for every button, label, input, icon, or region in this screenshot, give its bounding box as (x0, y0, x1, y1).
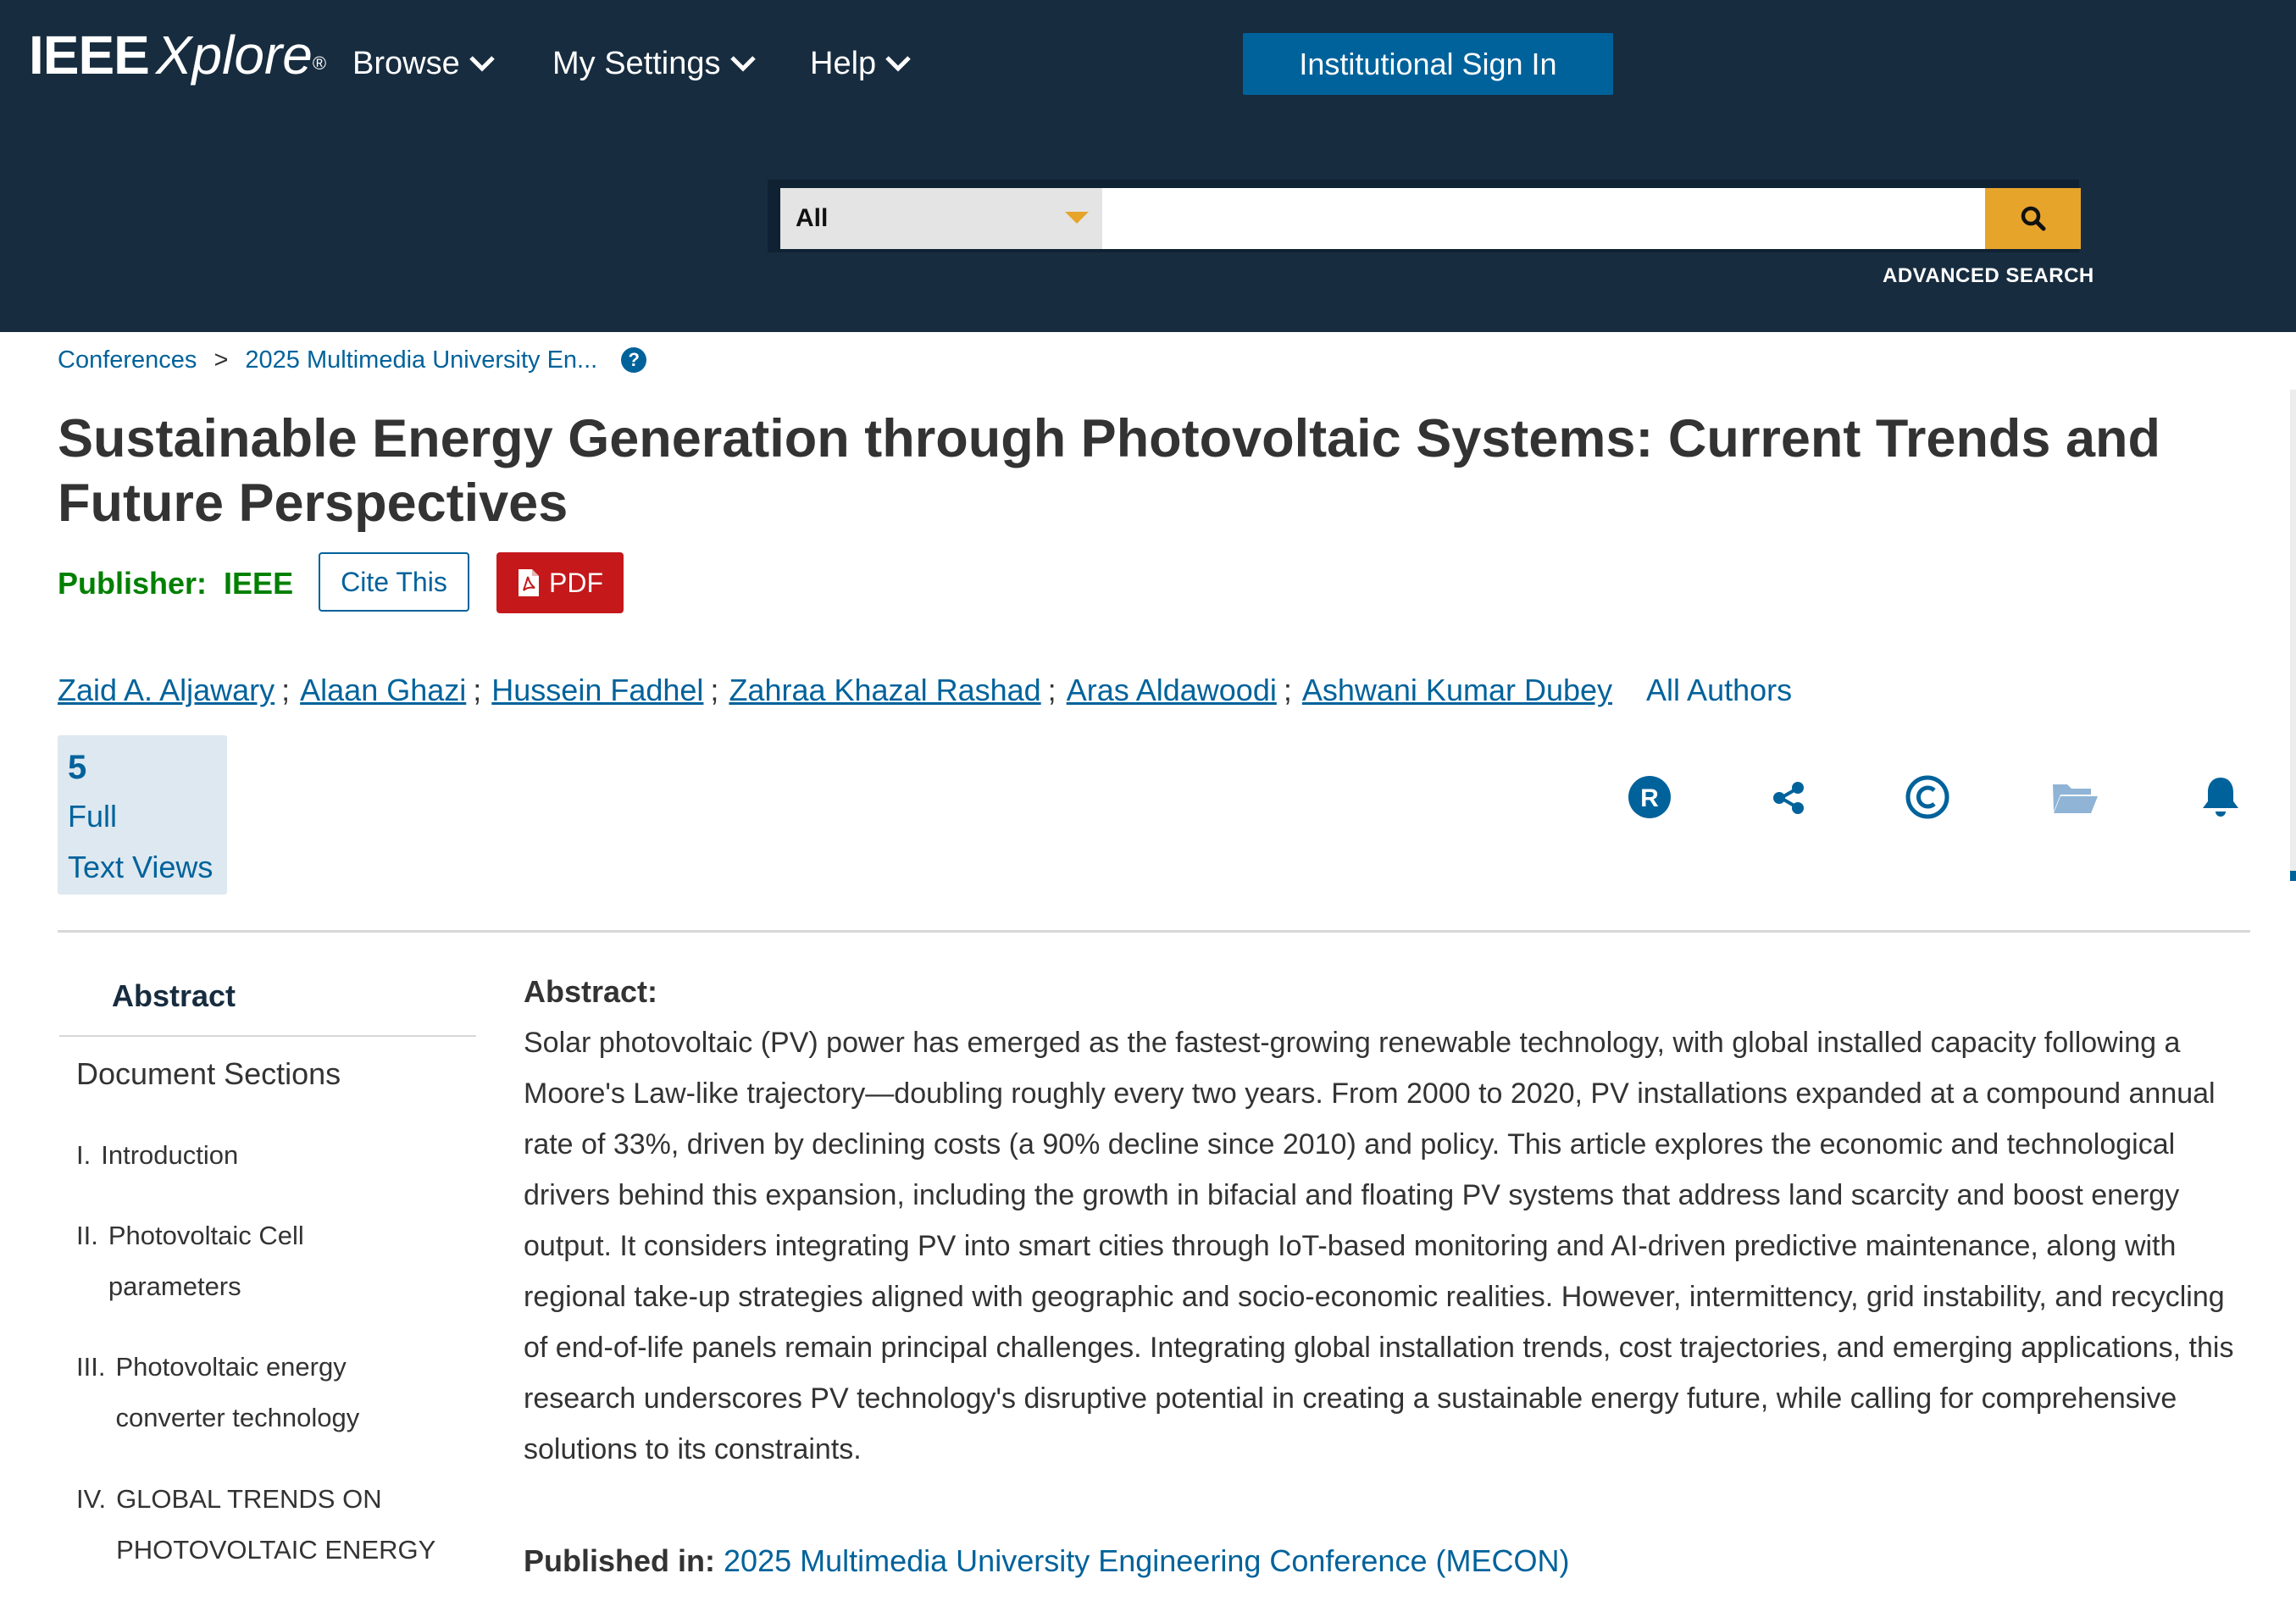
author-link[interactable]: Zaid A. Aljawary (58, 673, 275, 707)
caret-down-icon (1065, 212, 1089, 224)
abstract-text: Solar photovoltaic (PV) power has emerge… (524, 1027, 2234, 1465)
nav-browse[interactable]: Browse (352, 42, 496, 85)
folder-icon[interactable] (2050, 773, 2099, 822)
nav-my-settings[interactable]: My Settings (552, 42, 757, 85)
share-icon[interactable] (1764, 773, 1813, 822)
cite-this-button[interactable]: Cite This (319, 552, 469, 612)
section-divider (58, 930, 2250, 933)
sidebar-item-photovoltaic-energy-converter[interactable]: III. Photovoltaic energy converter techn… (76, 1342, 359, 1443)
sidebar-item-abstract[interactable]: Abstract (112, 978, 236, 1014)
section-number: IV. (76, 1484, 107, 1514)
search-bar: All (768, 180, 2081, 252)
author-separator: ; (1283, 673, 1292, 707)
section-title: Photovoltaic Cell parameters (108, 1221, 304, 1301)
chevron-down-icon (729, 56, 756, 72)
ieee-xplore-logo[interactable]: IEEE Xplore® (29, 25, 326, 85)
search-icon (2021, 206, 2045, 231)
rights-icon[interactable]: R (1625, 773, 1674, 822)
author-link[interactable]: Ashwani Kumar Dubey (1302, 673, 1612, 707)
author-link[interactable]: Zahraa Khazal Rashad (729, 673, 1040, 707)
advanced-search-link[interactable]: ADVANCED SEARCH (1883, 264, 2094, 288)
sidebar-item-photovoltaic-cell-parameters[interactable]: II. Photovoltaic Cell parameters (76, 1210, 304, 1312)
publisher-label: Publisher: (58, 566, 208, 601)
breadcrumb-conference-name[interactable]: 2025 Multimedia University En... (245, 346, 597, 374)
nav-browse-label: Browse (352, 46, 460, 81)
section-number: I. (76, 1140, 92, 1170)
metric-count: 5 (68, 749, 87, 786)
pdf-button-label: PDF (549, 567, 603, 598)
breadcrumb: Conferences > 2025 Multimedia University… (58, 343, 647, 377)
published-in-link[interactable]: 2025 Multimedia University Engineering C… (724, 1543, 1569, 1578)
metric-label: Full Text Views (68, 799, 214, 884)
nav-help[interactable]: Help (810, 42, 912, 85)
author-link[interactable]: Aras Aldawoodi (1067, 673, 1277, 707)
publisher-name: IEEE (224, 566, 294, 601)
search-scope-select[interactable]: All (780, 188, 1102, 249)
author-separator: ; (473, 673, 482, 707)
search-scope-value: All (796, 204, 829, 232)
sidebar-divider (59, 1035, 476, 1037)
pdf-icon (519, 569, 539, 596)
document-sections-heading: Document Sections (76, 1056, 341, 1091)
logo-ieee-text: IEEE (29, 25, 150, 86)
full-text-views-metric[interactable]: 5 Full Text Views (58, 735, 227, 895)
author-separator: ; (710, 673, 719, 707)
sidebar-item-global-trends[interactable]: IV. GLOBAL TRENDS ON PHOTOVOLTAIC ENERGY (76, 1474, 435, 1576)
section-number: III. (76, 1352, 106, 1382)
section-number: II. (76, 1221, 98, 1250)
section-title: Photovoltaic energy converter technology (115, 1352, 360, 1432)
page-title: Sustainable Energy Generation through Ph… (58, 409, 2160, 533)
breadcrumb-conferences[interactable]: Conferences (58, 346, 197, 374)
help-icon[interactable]: ? (621, 347, 647, 373)
scrollbar-track[interactable] (2290, 390, 2296, 881)
sidebar-item-introduction[interactable]: I. Introduction (76, 1130, 238, 1181)
abstract-heading: Abstract: (524, 974, 658, 1009)
section-title: Introduction (101, 1140, 239, 1170)
author-separator: ; (281, 673, 291, 707)
author-link[interactable]: Alaan Ghazi (300, 673, 466, 707)
author-list: Zaid A. Aljawary; Alaan Ghazi; Hussein Fad… (58, 669, 1792, 712)
nav-help-label: Help (810, 46, 877, 81)
scrollbar-thumb[interactable] (2290, 871, 2296, 881)
site-header: IEEE Xplore® Browse My Settings Help Inst… (0, 0, 2296, 332)
publisher-info: Publisher: IEEE (58, 566, 293, 601)
bell-icon[interactable] (2196, 773, 2245, 822)
logo-registered-mark: ® (312, 53, 327, 74)
chevron-down-icon (469, 56, 495, 72)
section-title: GLOBAL TRENDS ON PHOTOVOLTAIC ENERGY (116, 1484, 436, 1565)
pdf-button[interactable]: PDF (496, 552, 624, 613)
published-in-label: Published in: (524, 1543, 716, 1578)
all-authors-link[interactable]: All Authors (1646, 673, 1792, 707)
nav-my-settings-label: My Settings (552, 46, 721, 81)
copyright-icon[interactable] (1903, 773, 1952, 822)
svg-text:R: R (1640, 784, 1659, 812)
institutional-sign-in-button[interactable]: Institutional Sign In (1243, 33, 1613, 95)
search-button[interactable] (1985, 188, 2081, 249)
breadcrumb-separator: > (214, 346, 229, 374)
author-link[interactable]: Hussein Fadhel (491, 673, 703, 707)
search-input[interactable] (1102, 188, 1985, 249)
author-separator: ; (1047, 673, 1056, 707)
published-in: Published in: 2025 Multimedia University… (524, 1540, 1569, 1582)
chevron-down-icon (885, 56, 911, 72)
logo-xplore-text: Xplore (155, 25, 313, 86)
